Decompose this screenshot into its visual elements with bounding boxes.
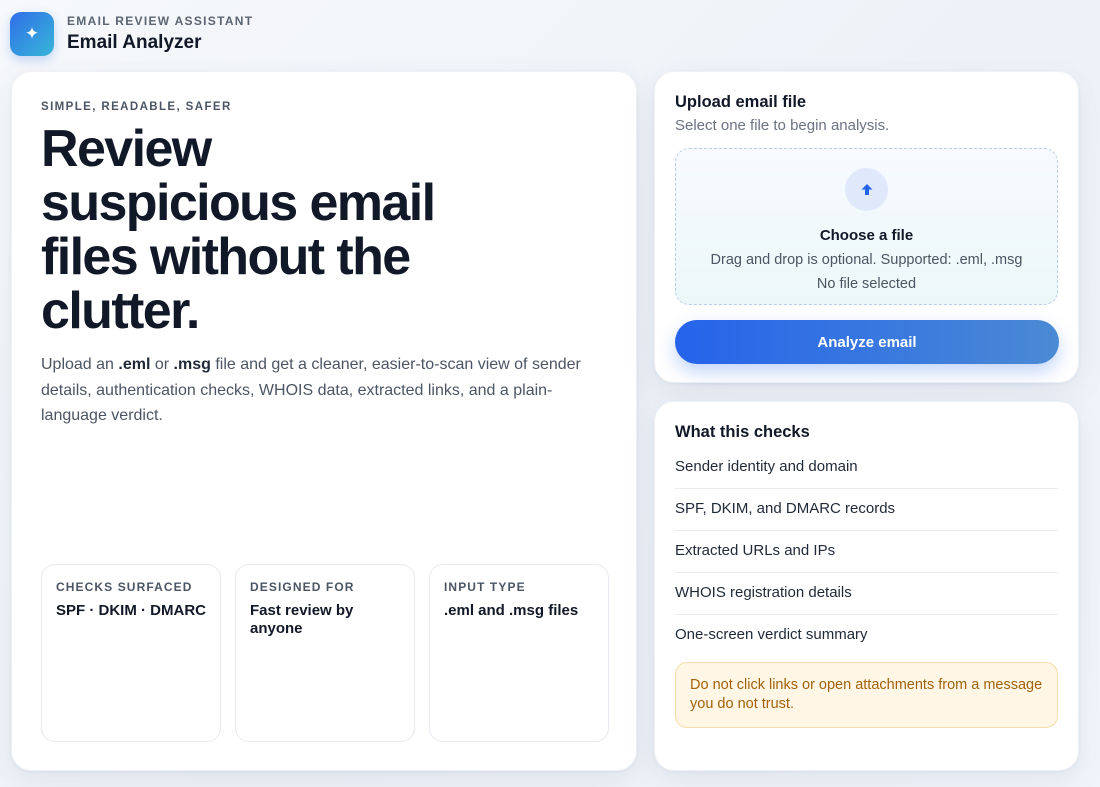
sparkle-icon: ✦ <box>24 24 40 43</box>
arrow-up-icon <box>861 183 872 195</box>
hero-description-part2: or <box>150 356 174 373</box>
file-dropzone[interactable]: Choose a file Drag and drop is optional.… <box>675 148 1058 305</box>
upload-card: Upload email file Select one file to beg… <box>654 71 1079 383</box>
stat-card-designed-for: DESIGNED FOR Fast review by anyone <box>235 564 415 742</box>
list-item: WHOIS registration details <box>675 573 1058 615</box>
stat-label: DESIGNED FOR <box>250 580 355 594</box>
app-header: ✦ EMAIL REVIEW ASSISTANT Email Analyzer <box>10 12 253 56</box>
checks-title: What this checks <box>675 423 810 441</box>
hero-description-ext-msg: .msg <box>173 356 211 373</box>
upload-title: Upload email file <box>675 93 807 111</box>
hero-card: SIMPLE, READABLE, SAFER Review suspiciou… <box>11 71 637 771</box>
upload-arrow-icon <box>845 168 888 211</box>
supported-formats-hint: Drag and drop is optional. Supported: .e… <box>710 252 1023 268</box>
stat-label: INPUT TYPE <box>444 580 526 594</box>
stat-value: SPF · DKIM · DMARC <box>56 602 206 619</box>
hero-eyebrow: SIMPLE, READABLE, SAFER <box>41 101 232 113</box>
app-eyebrow: EMAIL REVIEW ASSISTANT <box>67 14 254 28</box>
list-item: One-screen verdict summary <box>675 626 868 643</box>
stats-row: CHECKS SURFACED SPF · DKIM · DMARC DESIG… <box>41 564 609 742</box>
sparkle-logo-icon: ✦ <box>10 12 54 56</box>
checks-card: What this checks Sender identity and dom… <box>654 401 1079 771</box>
stat-card-checks: CHECKS SURFACED SPF · DKIM · DMARC <box>41 564 221 742</box>
stat-value: .eml and .msg files <box>444 602 579 619</box>
brand: EMAIL REVIEW ASSISTANT Email Analyzer <box>67 13 253 55</box>
file-status: No file selected <box>816 276 917 292</box>
stat-card-input-type: INPUT TYPE .eml and .msg files <box>429 564 609 742</box>
checks-list: Sender identity and domain SPF, DKIM, an… <box>675 450 1058 656</box>
upload-subtitle: Select one file to begin analysis. <box>675 117 890 134</box>
stat-label: CHECKS SURFACED <box>56 580 193 594</box>
hero-description-ext-eml: .eml <box>118 356 151 373</box>
analyze-email-button[interactable]: Analyze email <box>675 320 1059 364</box>
safety-warning: Do not click links or open attachments f… <box>675 662 1058 728</box>
app-root: ✦ EMAIL REVIEW ASSISTANT Email Analyzer … <box>0 0 1100 787</box>
hero-description: Upload an .eml or .msg file and get a cl… <box>41 352 581 429</box>
list-item: Sender identity and domain <box>675 450 1058 489</box>
app-title: Email Analyzer <box>67 32 202 53</box>
list-item: SPF, DKIM, and DMARC records <box>675 489 1058 531</box>
hero-title: Review suspicious email files without th… <box>41 120 436 340</box>
hero-description-part1: Upload an <box>41 356 119 373</box>
list-item: Extracted URLs and IPs <box>675 531 1058 573</box>
choose-file-label[interactable]: Choose a file <box>820 226 913 246</box>
stat-value: Fast review by anyone <box>250 602 354 637</box>
